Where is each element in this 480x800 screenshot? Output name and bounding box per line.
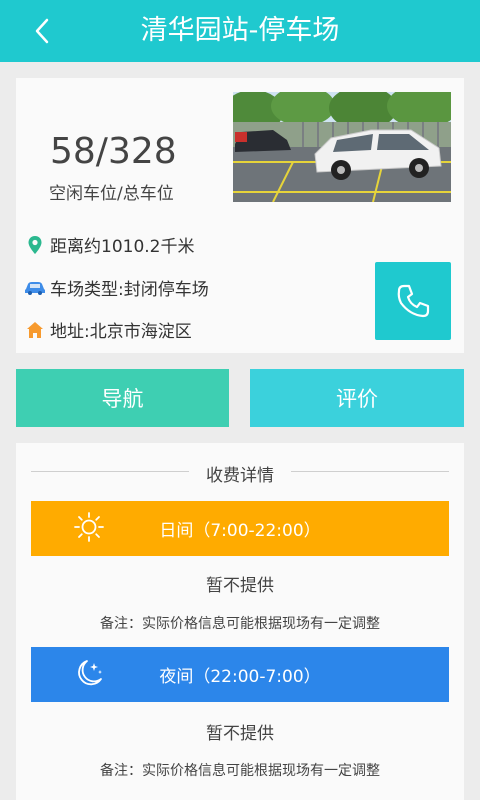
day-rate-band: 日间（7:00-22:00） bbox=[31, 501, 449, 556]
parking-lot-photo bbox=[233, 92, 451, 202]
home-icon bbox=[24, 320, 46, 340]
car-icon bbox=[24, 278, 46, 298]
night-rate-label: 夜间（22:00-7:00） bbox=[159, 667, 321, 687]
fee-section-title: 收费详情 bbox=[206, 466, 274, 486]
day-note-text: 备注：实际价格信息可能根据现场有一定调整 bbox=[100, 616, 380, 632]
lot-type-text: 车场类型:封闭停车场 bbox=[50, 280, 209, 300]
call-button[interactable] bbox=[375, 262, 451, 340]
address-row: 地址:北京市海淀区 bbox=[24, 317, 192, 342]
distance-row: 距离约1010.2千米 bbox=[24, 232, 194, 257]
day-price-text: 暂不提供 bbox=[206, 576, 274, 596]
parking-info-card: 58/328 空闲车位/总车位 距离约1010.2千米 车场类型:封闭停车场 地… bbox=[16, 78, 464, 353]
distance-text: 距离约1010.2千米 bbox=[50, 237, 195, 257]
day-rate-label: 日间（7:00-22:00） bbox=[159, 521, 321, 541]
space-count: 58/328 bbox=[50, 131, 177, 172]
app-header: 清华园站-停车场 bbox=[0, 0, 480, 62]
moon-stars-icon bbox=[73, 657, 107, 696]
night-price-text: 暂不提供 bbox=[206, 724, 274, 744]
rate-button[interactable]: 评价 bbox=[250, 369, 464, 427]
navigate-button[interactable]: 导航 bbox=[16, 369, 229, 427]
lot-type-row: 车场类型:封闭停车场 bbox=[24, 275, 209, 300]
sun-icon bbox=[73, 511, 105, 548]
fee-details-card: 收费详情 日间（7:00-22:00） 暂不提供 备注：实际价格信息可能根据现场… bbox=[16, 443, 464, 800]
address-text: 地址:北京市海淀区 bbox=[50, 322, 192, 342]
night-note-text: 备注：实际价格信息可能根据现场有一定调整 bbox=[100, 763, 380, 779]
location-pin-icon bbox=[24, 235, 46, 255]
space-count-label: 空闲车位/总车位 bbox=[49, 184, 174, 204]
phone-icon bbox=[397, 284, 430, 318]
night-rate-band: 夜间（22:00-7:00） bbox=[31, 647, 449, 702]
page-title: 清华园站-停车场 bbox=[140, 15, 340, 46]
